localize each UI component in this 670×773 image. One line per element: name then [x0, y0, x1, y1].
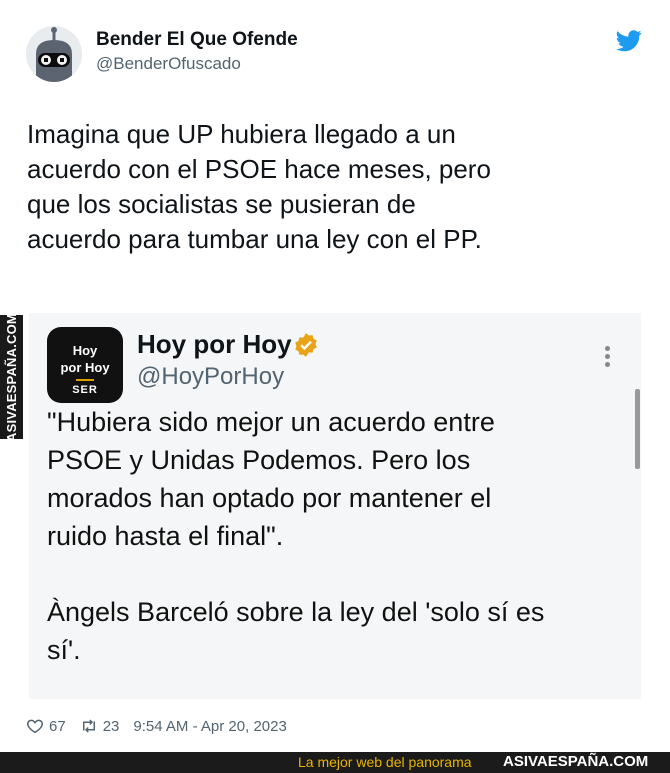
footer-slogan: La mejor web del panorama [298, 754, 472, 770]
retweet-icon[interactable] [80, 717, 98, 735]
quoted-avatar[interactable]: Hoy por Hoy SER [47, 327, 123, 403]
tweet-line: acuerdo con el PSOE hace meses, pero [27, 154, 491, 184]
quoted-text: "Hubiera sido mejor un acuerdo entre PSO… [47, 403, 637, 669]
quoted-handle[interactable]: @HoyPorHoy [137, 363, 284, 391]
quoted-avatar-line: Hoy [72, 343, 98, 358]
quoted-line: morados han optado por mantener el [47, 483, 492, 513]
tweet-timestamp[interactable]: 9:54 AM - Apr 20, 2023 [133, 718, 286, 735]
quoted-line: "Hubiera sido mejor un acuerdo entre [47, 407, 495, 437]
quoted-avatar-line: SER [72, 384, 98, 396]
tweet-line: que los socialistas se pusieran de [27, 189, 416, 219]
author-display-name[interactable]: Bender El Que Ofende [96, 29, 298, 51]
side-watermark-text: ASIVAESPAÑA.COM [4, 315, 20, 439]
site-footer: La mejor web del panorama ASIVAESPAÑA.CO… [0, 752, 670, 773]
tweet-text: Imagina que UP hubiera llegado a un acue… [27, 117, 647, 257]
heart-icon[interactable] [26, 717, 44, 735]
retweet-count: 23 [102, 717, 120, 735]
verified-badge-icon [295, 333, 317, 357]
tweet-line: acuerdo para tumbar una ley con el PP. [27, 224, 482, 254]
quoted-paragraph: Àngels Barceló sobre la ley del 'solo sí… [47, 593, 637, 669]
quoted-paragraph: "Hubiera sido mejor un acuerdo entre PSO… [47, 403, 637, 555]
footer-brand[interactable]: ASIVAESPAÑA.COM [503, 753, 648, 770]
tweet-line: Imagina que UP hubiera llegado a un [27, 119, 456, 149]
bender-avatar-icon [26, 26, 82, 82]
quoted-display-name[interactable]: Hoy por Hoy [137, 329, 292, 360]
twitter-bird-icon[interactable] [616, 30, 642, 52]
quoted-line: PSOE y Unidas Podemos. Pero los [47, 445, 471, 475]
author-avatar[interactable] [26, 26, 82, 82]
quoted-line: Àngels Barceló sobre la ley del 'solo sí… [47, 597, 545, 627]
quoted-tweet-card[interactable]: Hoy por Hoy SER Hoy por Hoy @HoyPorHoy "… [29, 313, 641, 699]
like-count: 67 [49, 717, 66, 735]
quoted-avatar-line: por Hoy [60, 360, 110, 375]
author-handle[interactable]: @BenderOfuscado [96, 54, 241, 74]
quoted-avatar-divider [76, 379, 94, 381]
tweet-meta: 67 23 9:54 AM - Apr 20, 2023 [26, 717, 287, 735]
more-options-icon[interactable] [603, 343, 611, 371]
quoted-line: sí'. [47, 635, 81, 665]
quoted-line: ruido hasta el final". [47, 521, 284, 551]
side-watermark: ASIVAESPAÑA.COM [0, 315, 23, 439]
